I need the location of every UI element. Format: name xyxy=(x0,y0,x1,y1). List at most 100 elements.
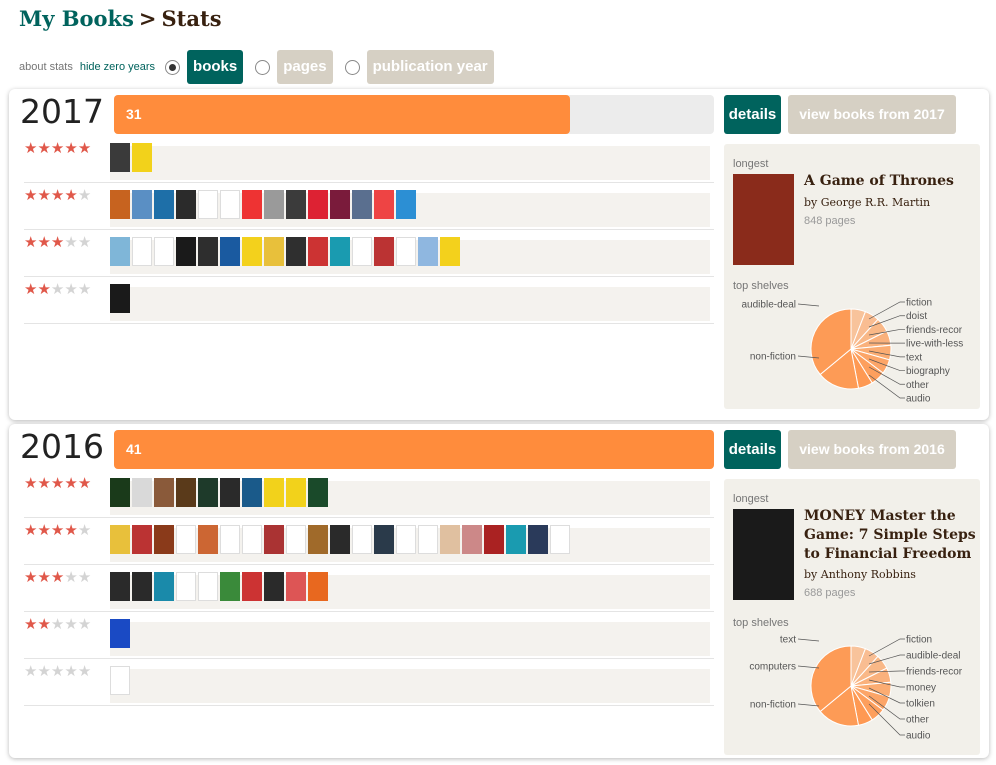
book-cover-thumbnail[interactable] xyxy=(242,572,262,601)
longest-book-title[interactable]: A Game of Thrones xyxy=(804,172,976,191)
book-cover-thumbnail[interactable] xyxy=(264,478,284,507)
book-cover-thumbnail[interactable] xyxy=(220,478,240,507)
book-cover-thumbnail[interactable] xyxy=(110,572,130,601)
book-cover-thumbnail[interactable] xyxy=(110,284,130,313)
book-cover-thumbnail[interactable] xyxy=(550,525,570,554)
book-cover-thumbnail[interactable] xyxy=(154,190,174,219)
book-cover-thumbnail[interactable] xyxy=(264,525,284,554)
book-cover-thumbnail[interactable] xyxy=(176,525,196,554)
book-cover-thumbnail[interactable] xyxy=(154,525,174,554)
count-bar-track: 31 xyxy=(114,95,714,134)
book-cover-thumbnail[interactable] xyxy=(176,572,196,601)
book-cover-thumbnail[interactable] xyxy=(110,619,130,648)
book-cover-thumbnail[interactable] xyxy=(286,525,306,554)
book-cover-thumbnail[interactable] xyxy=(132,190,152,219)
star-rating: ★★★★★ xyxy=(24,521,91,539)
book-cover-thumbnail[interactable] xyxy=(264,237,284,266)
view-books-button[interactable]: view books from 2016 xyxy=(788,430,956,469)
book-cover-thumbnail[interactable] xyxy=(374,237,394,266)
book-cover-thumbnail[interactable] xyxy=(198,572,218,601)
book-cover-thumbnail[interactable] xyxy=(286,478,306,507)
radio-pages[interactable] xyxy=(255,59,271,75)
radio-publication-year[interactable] xyxy=(344,59,360,75)
book-cover-thumbnail[interactable] xyxy=(374,525,394,554)
view-books-button[interactable]: view books from 2017 xyxy=(788,95,956,134)
book-cover-thumbnail[interactable] xyxy=(286,572,306,601)
book-cover-thumbnail[interactable] xyxy=(308,190,328,219)
book-cover-thumbnail[interactable] xyxy=(396,190,416,219)
book-cover-thumbnail[interactable] xyxy=(264,572,284,601)
book-cover-thumbnail[interactable] xyxy=(198,237,218,266)
books-toggle[interactable]: books xyxy=(187,50,244,84)
book-cover-thumbnail[interactable] xyxy=(352,190,372,219)
book-cover-thumbnail[interactable] xyxy=(154,572,174,601)
book-cover-thumbnail[interactable] xyxy=(374,190,394,219)
book-cover-thumbnail[interactable] xyxy=(352,525,372,554)
longest-book-author[interactable]: by Anthony Robbins xyxy=(804,568,916,581)
book-cover-thumbnail[interactable] xyxy=(286,190,306,219)
book-cover-thumbnail[interactable] xyxy=(308,525,328,554)
longest-book-title[interactable]: MONEY Master the Game: 7 Simple Steps to… xyxy=(804,507,976,564)
book-cover-thumbnail[interactable] xyxy=(220,525,240,554)
star-filled-icon: ★ xyxy=(37,281,51,298)
book-cover-thumbnail[interactable] xyxy=(440,525,460,554)
book-cover-thumbnail[interactable] xyxy=(110,190,130,219)
details-button[interactable]: details xyxy=(724,95,781,134)
my-books-link[interactable]: My Books xyxy=(19,6,134,31)
book-cover-thumbnail[interactable] xyxy=(132,478,152,507)
book-cover-thumbnail[interactable] xyxy=(110,666,130,695)
book-cover-thumbnail[interactable] xyxy=(440,237,460,266)
book-cover-thumbnail[interactable] xyxy=(154,478,174,507)
book-cover-thumbnail[interactable] xyxy=(242,525,262,554)
book-cover-thumbnail[interactable] xyxy=(220,237,240,266)
book-cover-thumbnail[interactable] xyxy=(396,525,416,554)
book-cover-thumbnail[interactable] xyxy=(176,478,196,507)
book-cover-thumbnail[interactable] xyxy=(176,237,196,266)
book-cover-thumbnail[interactable] xyxy=(242,237,262,266)
book-cover-thumbnail[interactable] xyxy=(242,478,262,507)
details-button[interactable]: details xyxy=(724,430,781,469)
book-cover-thumbnail[interactable] xyxy=(308,478,328,507)
book-cover-thumbnail[interactable] xyxy=(110,478,130,507)
book-cover-thumbnail[interactable] xyxy=(528,525,548,554)
publication-year-toggle[interactable]: publication year xyxy=(366,50,494,84)
longest-book-cover[interactable] xyxy=(733,174,794,265)
book-cover-thumbnail[interactable] xyxy=(484,525,504,554)
longest-book-cover[interactable] xyxy=(733,509,794,600)
book-cover-thumbnail[interactable] xyxy=(176,190,196,219)
book-cover-thumbnail[interactable] xyxy=(110,525,130,554)
book-cover-thumbnail[interactable] xyxy=(220,572,240,601)
book-cover-thumbnail[interactable] xyxy=(110,237,130,266)
book-cover-thumbnail[interactable] xyxy=(132,143,152,172)
book-cover-thumbnail[interactable] xyxy=(330,237,350,266)
book-cover-thumbnail[interactable] xyxy=(462,525,482,554)
book-cover-thumbnail[interactable] xyxy=(110,143,130,172)
book-cover-thumbnail[interactable] xyxy=(352,237,372,266)
book-cover-thumbnail[interactable] xyxy=(506,525,526,554)
book-cover-thumbnail[interactable] xyxy=(132,525,152,554)
book-cover-thumbnail[interactable] xyxy=(418,525,438,554)
book-cover-thumbnail[interactable] xyxy=(330,525,350,554)
book-cover-thumbnail[interactable] xyxy=(198,190,218,219)
book-cover-thumbnail[interactable] xyxy=(308,237,328,266)
book-cover-thumbnail[interactable] xyxy=(132,237,152,266)
pie-label: audible-deal xyxy=(906,651,961,662)
book-cover-thumbnail[interactable] xyxy=(154,237,174,266)
book-cover-thumbnail[interactable] xyxy=(286,237,306,266)
book-cover-thumbnail[interactable] xyxy=(330,190,350,219)
radio-books[interactable] xyxy=(165,59,181,75)
book-cover-thumbnail[interactable] xyxy=(308,572,328,601)
pages-toggle[interactable]: pages xyxy=(277,50,333,84)
hide-zero-years-link[interactable]: hide zero years xyxy=(80,61,155,73)
book-cover-thumbnail[interactable] xyxy=(220,190,240,219)
book-cover-thumbnail[interactable] xyxy=(198,478,218,507)
book-cover-thumbnail[interactable] xyxy=(418,237,438,266)
book-cover-thumbnail[interactable] xyxy=(198,525,218,554)
star-filled-icon: ★ xyxy=(37,234,51,251)
book-cover-thumbnail[interactable] xyxy=(242,190,262,219)
star-empty-icon: ★ xyxy=(64,234,78,251)
longest-book-author[interactable]: by George R.R. Martin xyxy=(804,196,930,209)
book-cover-thumbnail[interactable] xyxy=(264,190,284,219)
book-cover-thumbnail[interactable] xyxy=(396,237,416,266)
book-cover-thumbnail[interactable] xyxy=(132,572,152,601)
